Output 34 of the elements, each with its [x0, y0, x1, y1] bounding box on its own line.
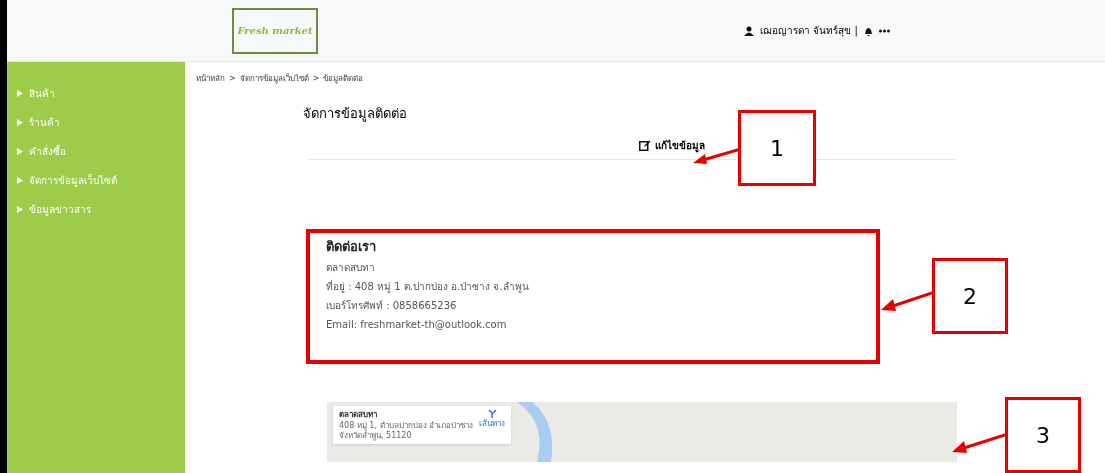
place-address: 408 หมู่ 1, ตำบลปากบ่อง อำเภอป่าซาง จังหวัดลำพูน, 51120 [339, 421, 475, 441]
sidebar-item[interactable]: ข้อมูลข่าวสาร [7, 201, 185, 217]
callout-box: 1 [738, 110, 816, 186]
triangle-icon [17, 89, 23, 97]
contact-line: เบอร์โทรศัพท์ : 0858665236 [326, 299, 458, 313]
directions-button[interactable]: เส้นทาง [479, 409, 505, 441]
user-name[interactable]: เฌอญารดา จันทร์สุข | [760, 23, 858, 38]
sidebar-item[interactable]: ร้านค้า [7, 114, 185, 130]
callout-box: 2 [932, 258, 1008, 334]
triangle-icon [17, 176, 23, 184]
sidebar-item[interactable]: จัดการข้อมูลเว็บไซต์ [7, 172, 185, 188]
bell-icon[interactable] [864, 25, 873, 36]
callout-box: 3 [1005, 397, 1081, 473]
contact-heading: ติดต่อเรา [326, 237, 377, 256]
contact-line: ที่อยู่ : 408 หมู่ 1 ต.ปากบ่อง อ.ป่าซาง จ.ลำพูน [326, 279, 530, 294]
contact-line: Email: freshmarket-th@outlook.com [326, 318, 508, 332]
place-title: ตลาดสบทา [339, 409, 378, 421]
triangle-icon [17, 147, 23, 155]
sidebar-item[interactable]: คำสั่งซื้อ [7, 143, 185, 159]
user-icon [744, 25, 755, 36]
triangle-icon [17, 118, 23, 126]
more-icon[interactable] [879, 28, 890, 33]
arrow-line [881, 290, 935, 312]
edit-button[interactable]: แก้ไขข้อมูล [639, 137, 705, 153]
edit-icon [639, 139, 651, 151]
river-drawing [517, 402, 553, 462]
page-title: จัดการข้อมูลติดต่อ [303, 105, 408, 124]
arrow-line [952, 432, 1008, 454]
logo[interactable]: Fresh market [232, 7, 318, 54]
triangle-icon [17, 205, 23, 213]
directions-icon [487, 409, 497, 418]
contact-line: ตลาดสบทา [326, 261, 376, 275]
breadcrumb: หน้าหลัก > จัดการข้อมูลเว็บไซต์ > ข้อมูลติดต่อ [196, 73, 365, 85]
sidebar-item[interactable]: สินค้า [7, 85, 185, 101]
